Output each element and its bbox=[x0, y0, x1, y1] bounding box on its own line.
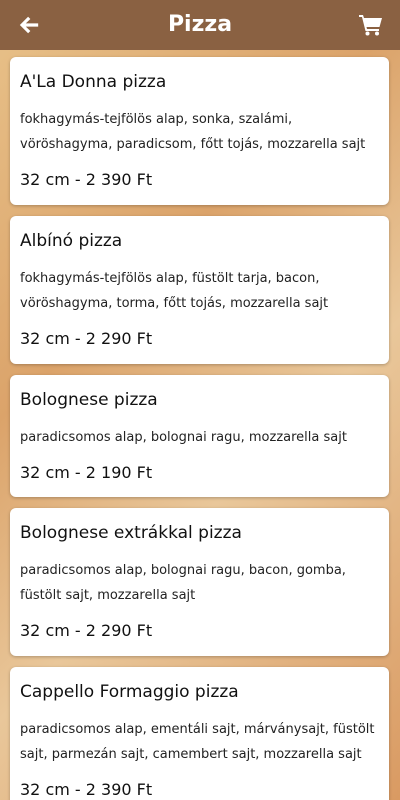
pizza-name: Albínó pizza bbox=[20, 231, 123, 251]
pizza-card[interactable]: Cappello Formaggio pizza paradicsomos al… bbox=[10, 667, 389, 800]
pizza-price: 32 cm - 2 290 Ft bbox=[20, 621, 153, 640]
pizza-description: fokhagymás-tejfölös alap, füstölt tarja,… bbox=[20, 271, 329, 311]
pizza-card[interactable]: Bolognese extrákkal pizza paradicsomos a… bbox=[10, 508, 389, 656]
pizza-name: A'La Donna pizza bbox=[20, 72, 167, 92]
back-button[interactable] bbox=[4, 0, 54, 50]
pizza-price: 32 cm - 2 390 Ft bbox=[20, 170, 153, 189]
pizza-name: Bolognese pizza bbox=[20, 390, 158, 410]
pizza-list[interactable]: A'La Donna pizza fokhagymás-tejfölös ala… bbox=[0, 50, 400, 800]
pizza-name: Cappello Formaggio pizza bbox=[20, 682, 239, 702]
pizza-price: 32 cm - 2 290 Ft bbox=[20, 329, 153, 348]
pizza-description: paradicsomos alap, ementáli sajt, márván… bbox=[20, 722, 375, 762]
pizza-price: 32 cm - 2 390 Ft bbox=[20, 780, 153, 799]
pizza-card[interactable]: Albínó pizza fokhagymás-tejfölös alap, f… bbox=[10, 216, 389, 364]
pizza-name: Bolognese extrákkal pizza bbox=[20, 523, 242, 543]
shopping-cart-icon bbox=[359, 15, 382, 36]
pizza-description: paradicsomos alap, bolognai ragu, bacon,… bbox=[20, 563, 346, 603]
pizza-description: fokhagymás-tejfölös alap, sonka, szalámi… bbox=[20, 112, 366, 152]
arrow-left-icon bbox=[19, 16, 39, 34]
cart-button[interactable] bbox=[346, 0, 396, 50]
pizza-description: paradicsomos alap, bolognai ragu, mozzar… bbox=[20, 430, 347, 445]
pizza-card[interactable]: A'La Donna pizza fokhagymás-tejfölös ala… bbox=[10, 57, 389, 205]
pizza-card[interactable]: Bolognese pizza paradicsomos alap, bolog… bbox=[10, 375, 389, 497]
page-title: Pizza bbox=[167, 12, 233, 37]
pizza-price: 32 cm - 2 190 Ft bbox=[20, 463, 153, 482]
top-app-bar: Pizza bbox=[0, 0, 400, 50]
